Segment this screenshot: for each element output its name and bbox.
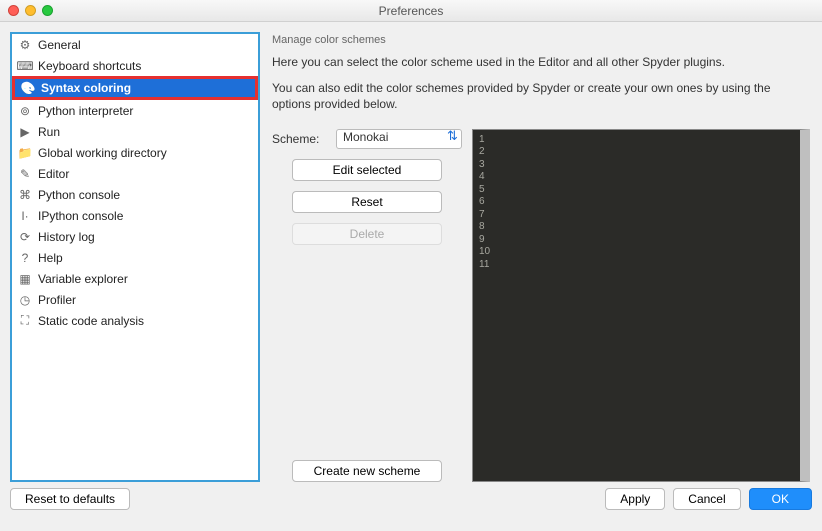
sidebar-item-keyboard-shortcuts[interactable]: ⌨ Keyboard shortcuts bbox=[12, 55, 258, 76]
sidebar-item-global-working-directory[interactable]: 📁 Global working directory bbox=[12, 142, 258, 163]
sidebar-item-label: Global working directory bbox=[38, 146, 167, 160]
preview-line: 11 bbox=[479, 259, 794, 272]
sidebar-item-variable-explorer[interactable]: ▦ Variable explorer bbox=[12, 268, 258, 289]
section-title: Manage color schemes bbox=[270, 32, 812, 50]
preview-line: 2 bbox=[479, 146, 794, 159]
section-desc-1: Here you can select the color scheme use… bbox=[270, 50, 812, 76]
scheme-label: Scheme: bbox=[272, 132, 330, 146]
ipy-icon: I· bbox=[18, 209, 32, 223]
sidebar-item-label: Keyboard shortcuts bbox=[38, 59, 141, 73]
python-icon: ⊚ bbox=[18, 104, 32, 118]
preview-line: 5 bbox=[479, 184, 794, 197]
preview-line: 9 bbox=[479, 234, 794, 247]
sidebar-item-help[interactable]: ? Help bbox=[12, 247, 258, 268]
gear-icon: ⚙ bbox=[18, 38, 32, 52]
sidebar-item-label: Syntax coloring bbox=[41, 81, 131, 95]
ok-button[interactable]: OK bbox=[749, 488, 812, 510]
sidebar-item-label: IPython console bbox=[38, 209, 123, 223]
edit-selected-button[interactable]: Edit selected bbox=[292, 159, 442, 181]
sidebar-item-label: Editor bbox=[38, 167, 69, 181]
sidebar-item-python-console[interactable]: ⌘ Python console bbox=[12, 184, 258, 205]
sidebar-item-ipython-console[interactable]: I· IPython console bbox=[12, 205, 258, 226]
play-icon: ▶ bbox=[18, 125, 32, 139]
main-panel: Manage color schemes Here you can select… bbox=[270, 32, 812, 482]
preferences-sidebar: ⚙ General ⌨ Keyboard shortcuts🎨 Syntax color… bbox=[10, 32, 260, 482]
sidebar-item-syntax-coloring[interactable]: 🎨 Syntax coloring bbox=[12, 76, 258, 100]
preview-line: 6 bbox=[479, 196, 794, 209]
sidebar-item-label: Static code analysis bbox=[38, 314, 144, 328]
palette-icon: 🎨 bbox=[21, 81, 35, 95]
terminal-icon: ⌘ bbox=[18, 188, 32, 202]
sidebar-item-label: Run bbox=[38, 125, 60, 139]
sidebar-item-run[interactable]: ▶ Run bbox=[12, 121, 258, 142]
sidebar-item-label: Help bbox=[38, 251, 63, 265]
sidebar-item-label: Python interpreter bbox=[38, 104, 133, 118]
bug-icon: ⛶ bbox=[18, 314, 32, 328]
sidebar-item-profiler[interactable]: ◷ Profiler bbox=[12, 289, 258, 310]
create-scheme-button[interactable]: Create new scheme bbox=[292, 460, 442, 482]
dialog-footer: Reset to defaults Apply Cancel OK bbox=[0, 482, 822, 518]
keyboard-icon: ⌨ bbox=[18, 59, 32, 73]
sidebar-item-label: Python console bbox=[38, 188, 120, 202]
sidebar-item-history-log[interactable]: ⟳ History log bbox=[12, 226, 258, 247]
reset-button[interactable]: Reset bbox=[292, 191, 442, 213]
apply-button[interactable]: Apply bbox=[605, 488, 665, 510]
titlebar: Preferences bbox=[0, 0, 822, 22]
sidebar-item-static-code-analysis[interactable]: ⛶ Static code analysis bbox=[12, 310, 258, 331]
sidebar-item-label: History log bbox=[38, 230, 95, 244]
preview-line: 10 bbox=[479, 246, 794, 259]
scheme-preview: 1234567891011 bbox=[472, 129, 810, 482]
table-icon: ▦ bbox=[18, 272, 32, 286]
cancel-button[interactable]: Cancel bbox=[673, 488, 740, 510]
clock-icon: ⟳ bbox=[18, 230, 32, 244]
sidebar-item-label: Variable explorer bbox=[38, 272, 128, 286]
sidebar-item-general[interactable]: ⚙ General bbox=[12, 34, 258, 55]
scheme-select[interactable]: Monokai ⇅ bbox=[336, 129, 462, 149]
scheme-select-value: Monokai bbox=[343, 130, 388, 144]
sidebar-item-editor[interactable]: ✎ Editor bbox=[12, 163, 258, 184]
folder-icon: 📁 bbox=[18, 146, 32, 160]
sidebar-item-label: General bbox=[38, 38, 81, 52]
chevron-updown-icon: ⇅ bbox=[447, 132, 457, 140]
section-desc-2: You can also edit the color schemes prov… bbox=[270, 76, 812, 118]
delete-button: Delete bbox=[292, 223, 442, 245]
help-icon: ? bbox=[18, 251, 32, 265]
pencil-icon: ✎ bbox=[18, 167, 32, 181]
preview-line: 4 bbox=[479, 171, 794, 184]
sidebar-item-label: Profiler bbox=[38, 293, 76, 307]
preview-line: 3 bbox=[479, 159, 794, 172]
reset-defaults-button[interactable]: Reset to defaults bbox=[10, 488, 130, 510]
window-title: Preferences bbox=[0, 4, 822, 18]
sidebar-item-python-interpreter[interactable]: ⊚ Python interpreter bbox=[12, 100, 258, 121]
preview-line: 1 bbox=[479, 134, 794, 147]
profiler-icon: ◷ bbox=[18, 293, 32, 307]
preview-line: 8 bbox=[479, 221, 794, 234]
preview-line: 7 bbox=[479, 209, 794, 222]
